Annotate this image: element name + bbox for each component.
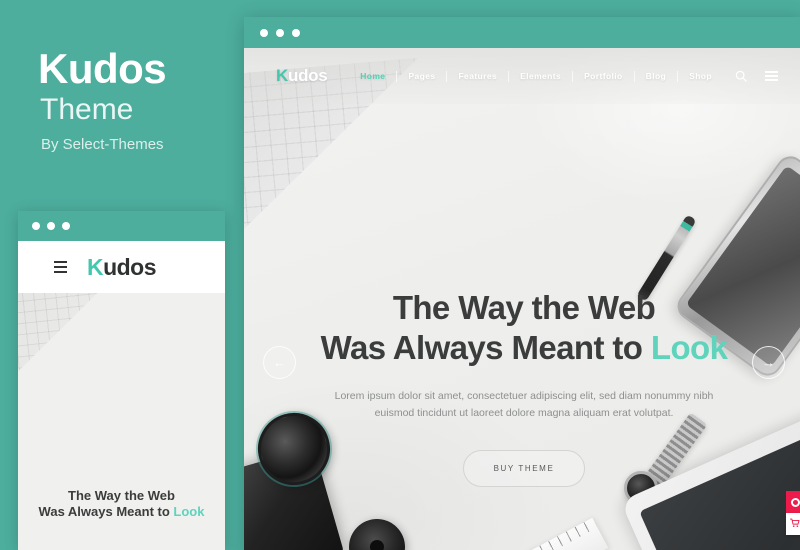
desktop-titlebar bbox=[244, 17, 800, 48]
record-icon bbox=[790, 497, 800, 507]
hero-block: The Way the Web Was Always Meant to Look… bbox=[244, 288, 800, 488]
hero-subtitle-line2: euismod tincidunt ut laoreet dolore magn… bbox=[374, 406, 674, 419]
window-dot-maximize[interactable] bbox=[292, 28, 300, 37]
promo-subtitle: Theme bbox=[40, 93, 134, 126]
window-dot-minimize[interactable] bbox=[276, 28, 284, 37]
hero-title-line2-accent: Look bbox=[650, 329, 728, 367]
nav-item-portfolio[interactable]: Portfolio bbox=[573, 71, 634, 81]
buy-theme-button[interactable]: BUY THEME bbox=[462, 450, 586, 488]
window-dot-minimize[interactable] bbox=[47, 222, 55, 230]
keyboard-prop bbox=[18, 293, 120, 381]
desktop-browser-mockup: Kudos Home Pages Features Elements Portf… bbox=[244, 17, 800, 550]
mobile-logo[interactable]: Kudos bbox=[87, 254, 157, 281]
nav-item-features[interactable]: Features bbox=[447, 71, 508, 81]
window-dot-close[interactable] bbox=[32, 222, 40, 230]
hero-subtitle-line1: Lorem ipsum dolor sit amet, consectetuer… bbox=[334, 389, 714, 402]
search-icon[interactable] bbox=[735, 70, 747, 82]
desktop-nav-menu: Home Pages Features Elements Portfolio B… bbox=[349, 70, 788, 82]
desktop-navbar: Kudos Home Pages Features Elements Portf… bbox=[244, 48, 800, 104]
cart-button[interactable] bbox=[786, 513, 800, 535]
lens-cap-prop bbox=[349, 519, 405, 550]
arrow-left-icon: ← bbox=[273, 355, 286, 370]
side-widgets bbox=[786, 491, 800, 535]
nav-item-elements[interactable]: Elements bbox=[509, 71, 572, 81]
cart-icon bbox=[789, 518, 800, 531]
hero-title: The Way the Web Was Always Meant to Look bbox=[244, 288, 800, 369]
mobile-hero-title-line1: The Way the Web bbox=[68, 488, 175, 503]
hero-subtitle: Lorem ipsum dolor sit amet, consectetuer… bbox=[244, 388, 800, 423]
promo-author: By Select-Themes bbox=[41, 136, 164, 153]
hamburger-icon[interactable] bbox=[765, 71, 778, 81]
hero-title-line1: The Way the Web bbox=[392, 289, 656, 326]
slider-next-button[interactable]: → bbox=[752, 346, 785, 379]
hamburger-icon[interactable] bbox=[54, 261, 67, 273]
record-badge-button[interactable] bbox=[786, 491, 800, 513]
promo-title: Kudos bbox=[38, 45, 167, 92]
slider-prev-button[interactable]: ← bbox=[263, 346, 296, 379]
hero-title-line2: Was Always Meant to Look bbox=[244, 328, 800, 368]
mobile-navbar: Kudos bbox=[18, 241, 225, 293]
window-dot-close[interactable] bbox=[260, 28, 268, 37]
nav-item-home[interactable]: Home bbox=[349, 71, 396, 81]
nav-item-blog[interactable]: Blog bbox=[635, 71, 677, 81]
mobile-hero-title-line2-accent: Look bbox=[173, 504, 205, 520]
mobile-hero-title-line2: Was Always Meant to Look bbox=[18, 504, 225, 520]
nav-item-shop[interactable]: Shop bbox=[678, 71, 723, 81]
mobile-titlebar bbox=[18, 211, 225, 241]
hero-title-line2-plain: Was Always Meant to bbox=[320, 329, 651, 367]
hero-button-wrap: BUY THEME bbox=[244, 422, 800, 488]
mobile-hero: The Way the Web Was Always Meant to Look… bbox=[18, 293, 225, 550]
window-dot-maximize[interactable] bbox=[62, 222, 70, 230]
mobile-mockup: Kudos The Way the Web Was Always Meant t… bbox=[18, 211, 225, 550]
mobile-hero-title: The Way the Web Was Always Meant to Look bbox=[18, 488, 225, 521]
nav-item-pages[interactable]: Pages bbox=[397, 71, 446, 81]
arrow-right-icon: → bbox=[762, 355, 775, 370]
promo-panel: Kudos Theme By Select-Themes Kudos The W… bbox=[0, 0, 240, 550]
ruler-prop bbox=[459, 517, 609, 550]
mobile-hero-title-line2-plain: Was Always Meant to bbox=[38, 504, 174, 520]
desktop-logo[interactable]: Kudos bbox=[276, 66, 328, 86]
desktop-page-content: Kudos Home Pages Features Elements Portf… bbox=[244, 48, 800, 550]
